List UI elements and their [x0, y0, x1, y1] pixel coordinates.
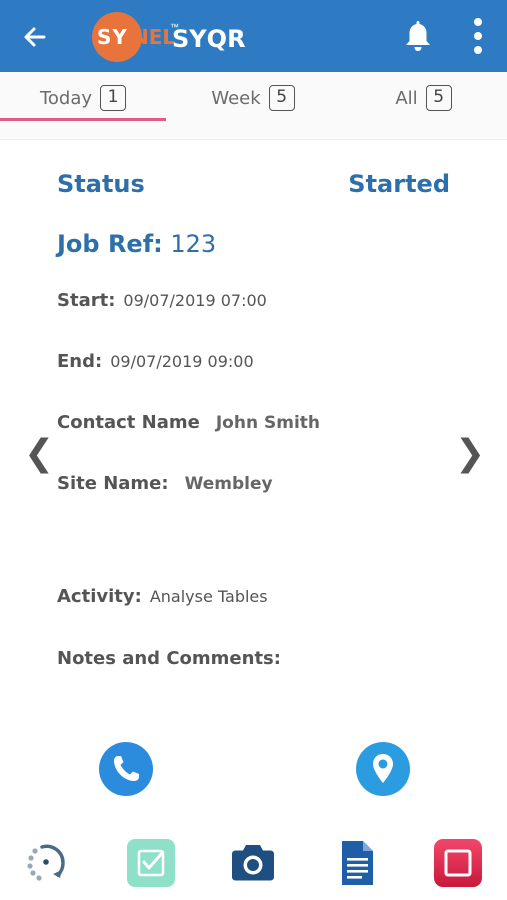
tab-today[interactable]: Today 1 [0, 72, 166, 124]
synel-syqr-logo: SY NEL ™ SYQR [88, 12, 268, 62]
more-options-button[interactable] [466, 16, 490, 56]
status-value: Started [348, 170, 450, 198]
site-field: Site Name: Wembley [57, 473, 273, 494]
notifications-button[interactable] [401, 18, 435, 54]
job-ref-value: 123 [170, 230, 217, 258]
end-value: 09/07/2019 09:00 [110, 352, 254, 371]
tab-bar: Today 1 Week 5 All 5 [0, 72, 507, 140]
contact-label: Contact Name [57, 412, 200, 433]
tab-label: All [395, 87, 418, 109]
start-field: Start: 09/07/2019 07:00 [57, 290, 267, 311]
app-name: SYQR [172, 25, 246, 53]
end-field: End: 09/07/2019 09:00 [57, 351, 254, 372]
job-ref: Job Ref: 123 [57, 230, 216, 258]
complete-task-button[interactable] [126, 838, 176, 888]
logo-nel-text: NEL [132, 25, 176, 49]
app-screen: SY NEL ™ SYQR Today 1 Week 5 All 5 Statu… [0, 0, 507, 900]
checkbox-icon [127, 839, 175, 887]
job-details: Status Started Job Ref: 123 Start: 09/07/… [0, 140, 507, 830]
camera-button[interactable] [228, 838, 278, 888]
camera-icon [232, 845, 274, 881]
start-value: 09/07/2019 07:00 [123, 291, 267, 310]
activity-label: Activity: [57, 586, 142, 607]
bell-icon [406, 21, 430, 51]
tab-week[interactable]: Week 5 [170, 72, 336, 124]
active-tab-indicator [0, 118, 166, 121]
tab-all[interactable]: All 5 [340, 72, 507, 124]
site-value: Wembley [184, 474, 273, 494]
start-label: Start: [57, 290, 116, 311]
more-vertical-icon [474, 18, 482, 54]
activity-field: Activity: Analyse Tables [57, 586, 268, 607]
tab-label: Today [39, 87, 93, 109]
tab-count-badge: 5 [268, 85, 295, 111]
status-label: Status [57, 170, 145, 198]
next-job-button[interactable]: ❯ [455, 432, 485, 476]
stop-job-button[interactable] [433, 838, 483, 888]
tab-label: Week [211, 87, 261, 109]
sync-button[interactable] [22, 838, 72, 888]
location-pin-icon [373, 754, 393, 783]
location-button[interactable] [356, 742, 410, 796]
call-button[interactable] [99, 742, 153, 796]
back-button[interactable] [20, 22, 50, 52]
document-icon [342, 841, 373, 885]
notes-label: Notes and Comments: [57, 648, 281, 669]
job-ref-label: Job Ref: [57, 230, 163, 258]
tab-count-badge: 1 [100, 85, 127, 111]
stop-icon [434, 839, 482, 887]
arrow-left-icon [24, 27, 46, 47]
activity-value: Analyse Tables [149, 587, 268, 606]
end-label: End: [57, 351, 103, 372]
contact-field: Contact Name John Smith [57, 412, 320, 433]
previous-job-button[interactable]: ❮ [24, 432, 54, 476]
documents-button[interactable] [332, 838, 382, 888]
tab-count-badge: 5 [425, 85, 452, 111]
notes-field: Notes and Comments: [57, 648, 281, 669]
logo-sy-text: SY [97, 25, 128, 49]
sync-icon [27, 844, 65, 881]
app-header: SY NEL ™ SYQR [0, 0, 507, 72]
contact-value: John Smith [215, 413, 321, 433]
bottom-toolbar [0, 830, 507, 900]
site-label: Site Name: [57, 473, 169, 494]
phone-icon [114, 756, 139, 781]
